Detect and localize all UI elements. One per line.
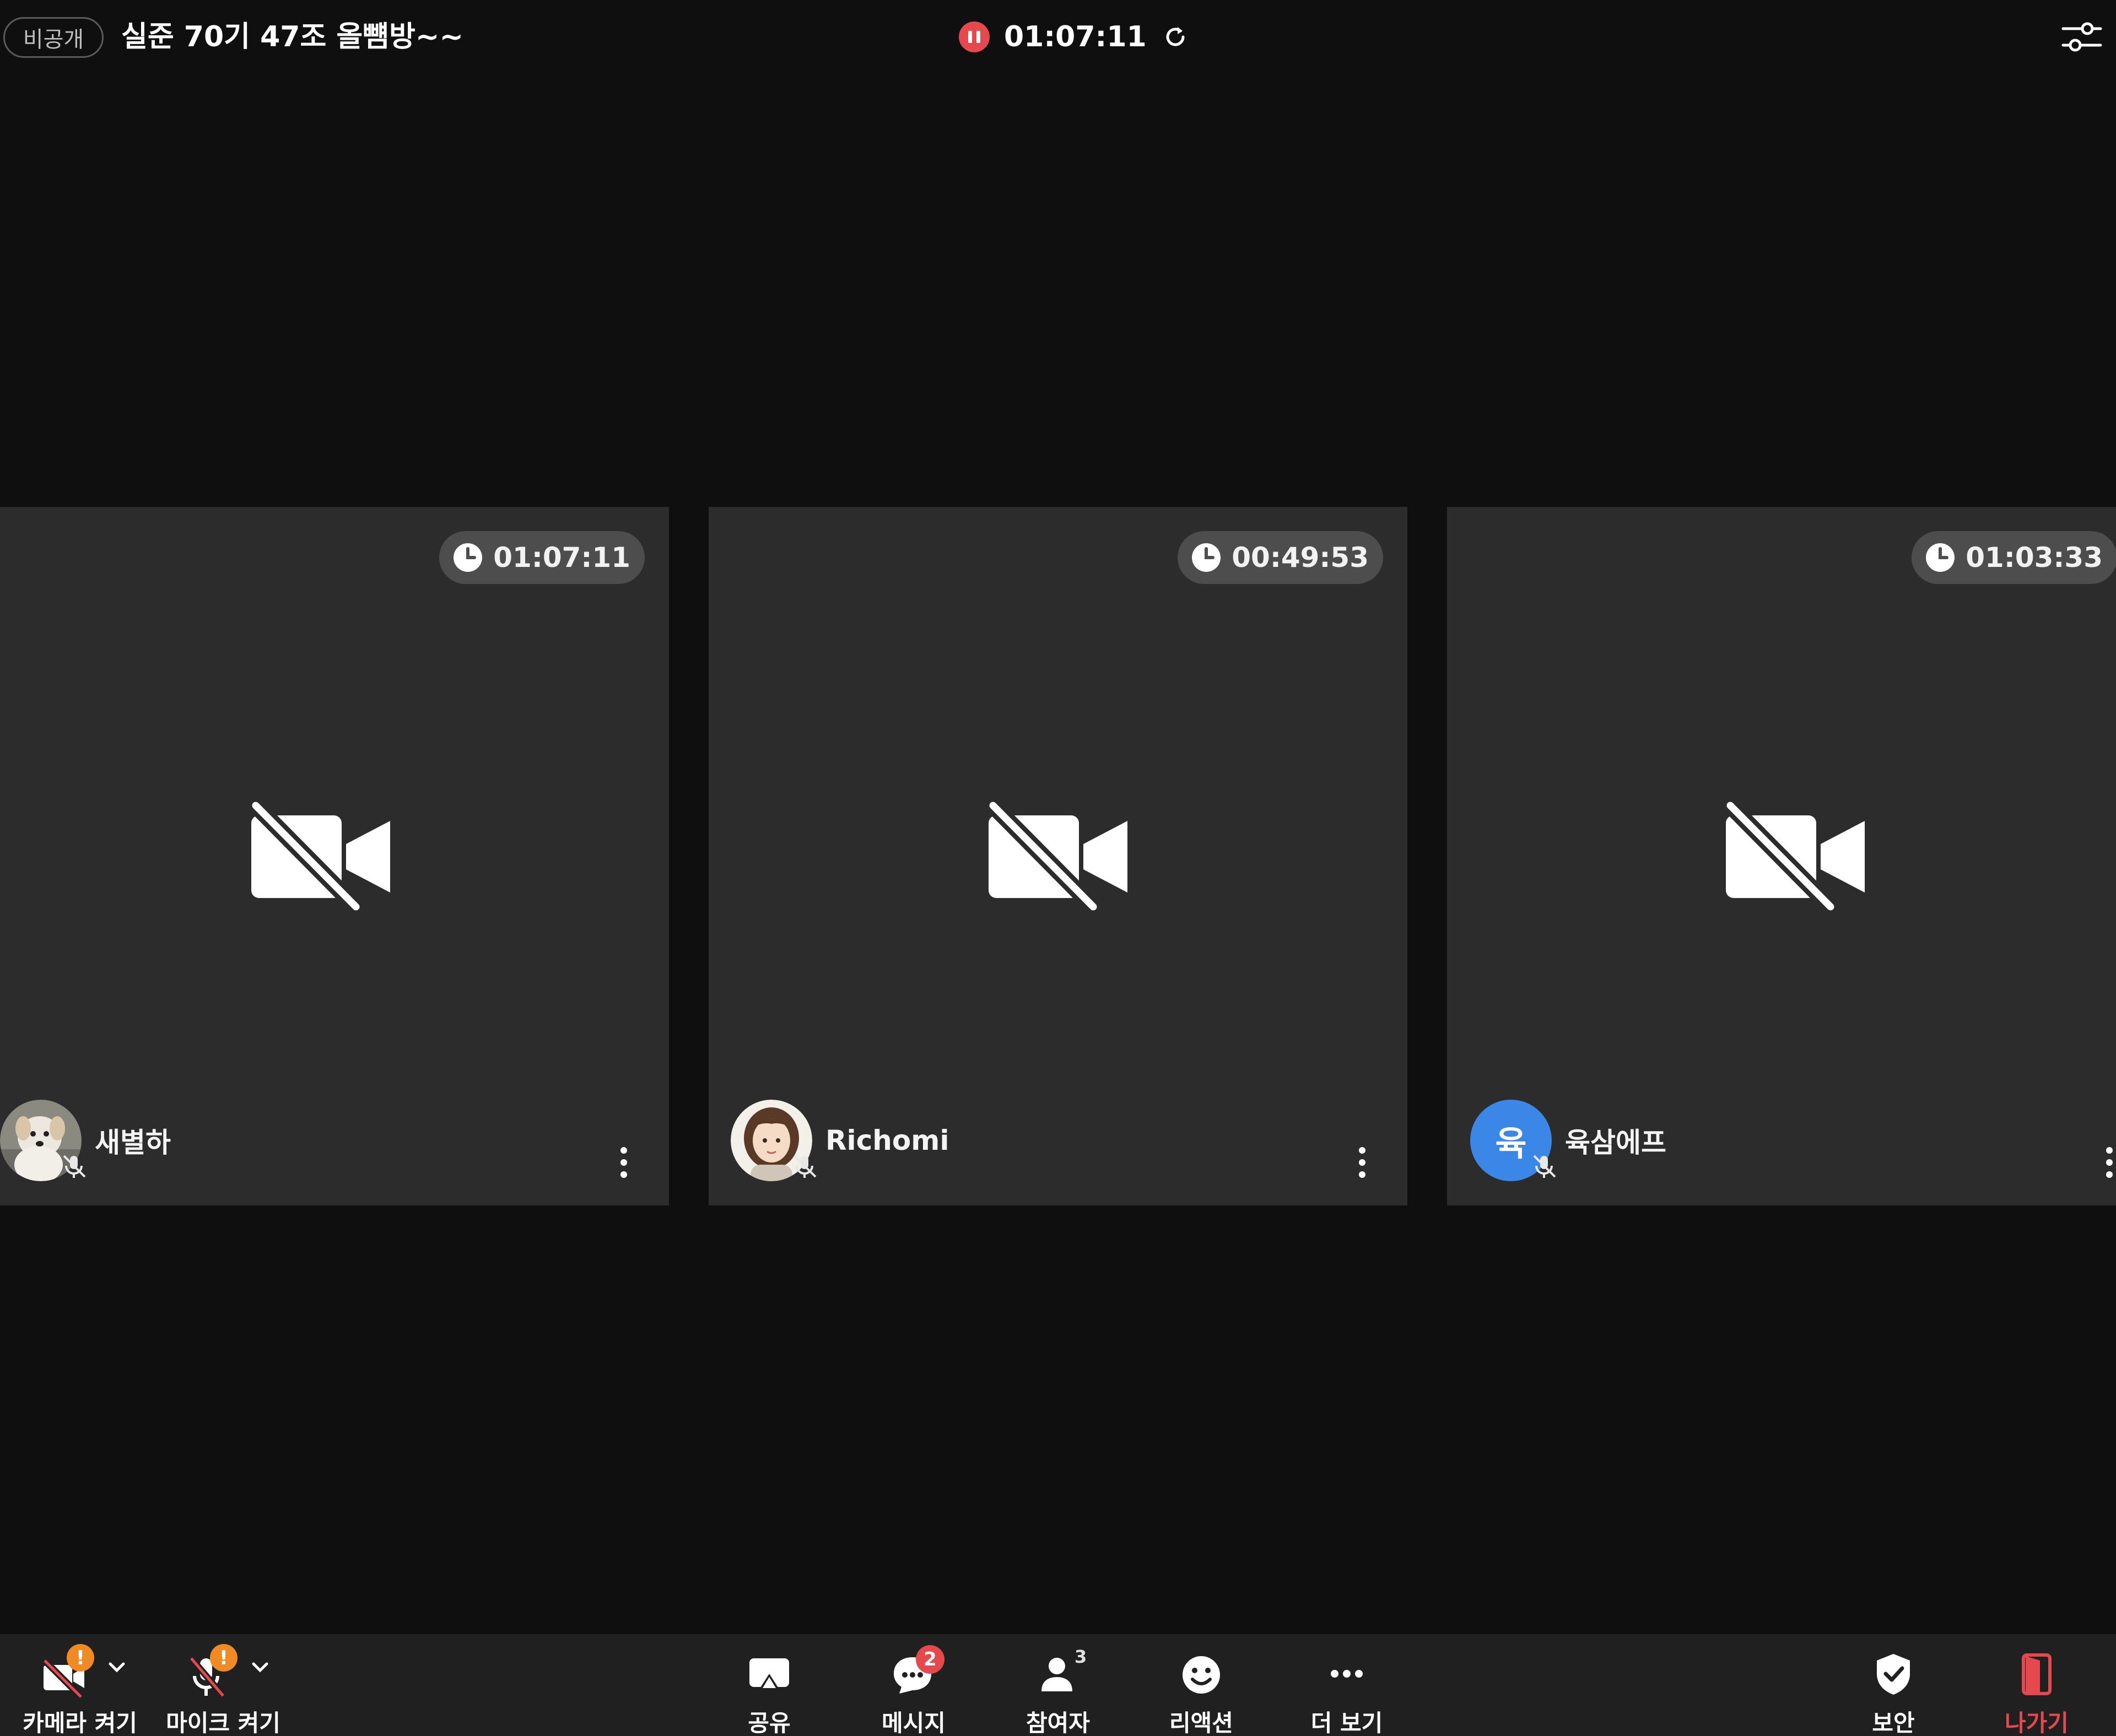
screen-share-icon <box>749 1658 789 1689</box>
more-options-icon[interactable] <box>1356 1146 1369 1179</box>
chevron-down-icon[interactable] <box>105 1655 129 1679</box>
chevron-down-icon[interactable] <box>248 1655 272 1679</box>
video-grid: 01:07:11 새별하 00:49:53 Richomi 01:03:33 육… <box>0 507 2116 1205</box>
participant-info: 새별하 <box>0 1099 171 1182</box>
camera-off-icon <box>248 799 390 915</box>
top-bar: 비공개 실준 70기 47조 올뻄방~~ 01:07:11 <box>0 0 2116 74</box>
participant-name: 새별하 <box>95 1127 171 1159</box>
reaction-label: 리액션 <box>1169 1710 1233 1736</box>
duration-text: 00:49:53 <box>1232 542 1369 574</box>
refresh-icon[interactable] <box>1161 23 1190 51</box>
camera-off-icon <box>985 799 1127 915</box>
more-options-icon[interactable] <box>2103 1146 2116 1179</box>
pause-recording-icon[interactable] <box>959 21 990 52</box>
privacy-badge: 비공개 <box>3 17 104 58</box>
mic-muted-icon <box>63 1155 86 1178</box>
participant-count: 3 <box>1075 1646 1087 1667</box>
recording-timer: 01:07:11 <box>1004 20 1147 53</box>
more-label: 더 보기 <box>1310 1710 1383 1736</box>
clock-icon <box>1926 543 1955 572</box>
mic-label: 마이크 켜기 <box>166 1710 280 1736</box>
participant-name: Richomi <box>825 1124 949 1156</box>
more-horizontal-icon <box>1331 1670 1363 1678</box>
share-label: 공유 <box>748 1710 791 1736</box>
leave-label: 나가기 <box>2005 1710 2069 1736</box>
security-button[interactable]: 보안 <box>1838 1634 1948 1736</box>
more-button[interactable]: 더 보기 <box>1292 1634 1402 1736</box>
duration-text: 01:07:11 <box>493 542 630 574</box>
leave-button[interactable]: 나가기 <box>1982 1634 2092 1736</box>
security-label: 보안 <box>1872 1710 1915 1736</box>
shield-check-icon <box>1877 1654 1910 1695</box>
participant-tile[interactable]: 00:49:53 Richomi <box>709 507 1407 1205</box>
recording-timer-group: 01:07:11 <box>959 19 1190 55</box>
participant-tile[interactable]: 01:07:11 새별하 <box>0 507 669 1205</box>
room-title: 실준 70기 47조 올뻄방~~ <box>121 20 464 53</box>
smiley-icon <box>1183 1656 1220 1694</box>
duration-badge: 01:07:11 <box>439 531 645 584</box>
mic-muted-icon <box>794 1155 817 1178</box>
duration-badge: 01:03:33 <box>1912 531 2116 584</box>
reaction-button[interactable]: 리액션 <box>1146 1634 1256 1736</box>
bottom-toolbar: ! 카메라 켜기 ! 마이크 켜기 공유 2 메시지 3 참여자 리액션 더 보… <box>0 1634 2116 1736</box>
duration-badge: 00:49:53 <box>1178 531 1383 584</box>
camera-label: 카메라 켜기 <box>23 1710 137 1736</box>
exit-door-icon <box>2022 1653 2052 1695</box>
participants-button[interactable]: 3 참여자 <box>1003 1634 1113 1736</box>
share-button[interactable]: 공유 <box>714 1634 824 1736</box>
settings-sliders-icon[interactable] <box>2061 20 2103 54</box>
camera-off-icon <box>1723 799 1865 915</box>
message-label: 메시지 <box>882 1710 946 1736</box>
warning-icon: ! <box>67 1644 94 1672</box>
unread-count-badge: 2 <box>916 1645 944 1674</box>
participant-info: Richomi <box>731 1099 949 1182</box>
mic-muted-icon <box>1533 1155 1556 1178</box>
clock-icon <box>1192 543 1221 572</box>
duration-text: 01:03:33 <box>1966 542 2103 574</box>
warning-icon: ! <box>210 1644 237 1672</box>
message-button[interactable]: 2 메시지 <box>859 1634 969 1736</box>
clock-icon <box>454 543 483 572</box>
participant-tile[interactable]: 01:03:33 육 육삼에프 <box>1447 507 2116 1205</box>
more-options-icon[interactable] <box>617 1146 630 1179</box>
meeting-window: 비공개 실준 70기 47조 올뻄방~~ 01:07:11 01:07:11 새… <box>0 0 2116 1736</box>
participant-info: 육 육삼에프 <box>1470 1099 1666 1182</box>
participant-name: 육삼에프 <box>1565 1127 1666 1159</box>
camera-toggle-button[interactable]: ! 카메라 켜기 <box>17 1634 143 1736</box>
participants-label: 참여자 <box>1026 1710 1090 1736</box>
mic-toggle-button[interactable]: ! 마이크 켜기 <box>160 1634 287 1736</box>
